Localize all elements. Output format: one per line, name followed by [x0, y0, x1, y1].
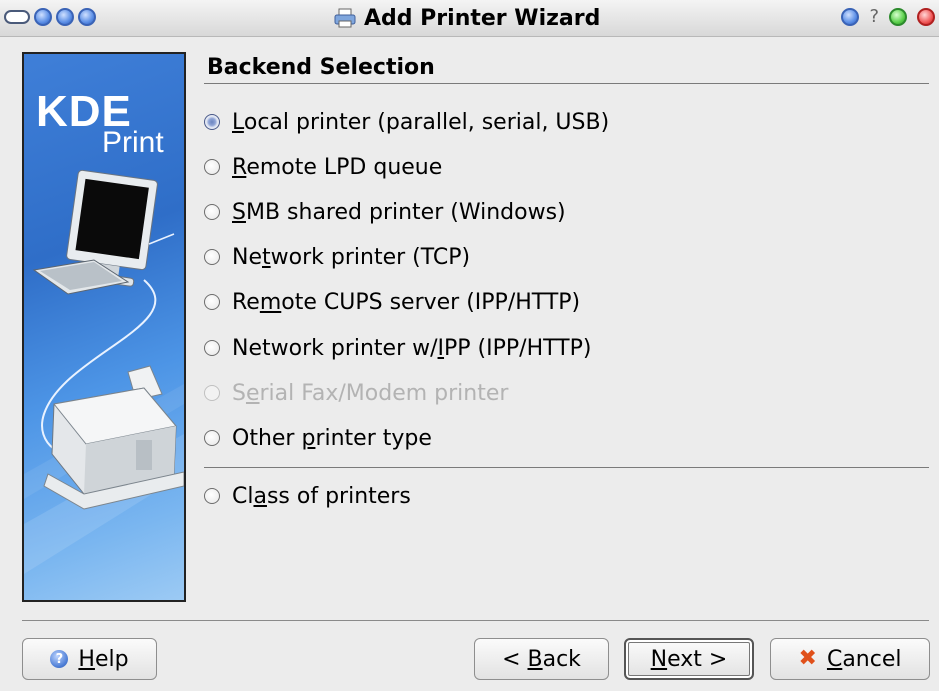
radio-indicator[interactable] [204, 488, 220, 504]
radio-network-printer-ipp[interactable]: Network printer w/IPP (IPP/HTTP) [204, 333, 591, 363]
radio-remote-lpd-queue[interactable]: Remote LPD queue [204, 152, 442, 182]
radio-label: Other printer type [232, 425, 432, 451]
help-icon: ? [50, 650, 69, 668]
cancel-button-label: Cancel [826, 646, 902, 672]
radio-indicator[interactable] [204, 294, 220, 310]
section-divider [204, 83, 929, 84]
close-button[interactable] [917, 8, 935, 26]
radio-indicator[interactable] [204, 249, 220, 265]
title-bar-right-buttons: ? [841, 8, 935, 26]
radio-label: Network printer (TCP) [232, 244, 471, 270]
window-menu-button[interactable] [4, 10, 30, 24]
radio-indicator[interactable] [204, 340, 220, 356]
title-bar-left-buttons [4, 8, 96, 26]
on-all-desktops-button[interactable] [56, 8, 74, 26]
help-button-label: Help [78, 646, 129, 672]
title-bar: Add Printer Wizard ? [0, 0, 939, 37]
radio-local-printer[interactable]: Local printer (parallel, serial, USB) [204, 107, 609, 137]
radio-label: SMB shared printer (Windows) [232, 199, 566, 225]
keep-above-button[interactable] [78, 8, 96, 26]
window-title: Add Printer Wizard [334, 4, 600, 32]
radio-class-of-printers[interactable]: Class of printers [204, 481, 411, 511]
printer-icon [334, 8, 356, 28]
next-button[interactable]: Next > [624, 638, 754, 680]
radio-indicator[interactable] [204, 204, 220, 220]
radio-smb-shared-printer[interactable]: SMB shared printer (Windows) [204, 197, 566, 227]
radio-label: Remote CUPS server (IPP/HTTP) [232, 289, 581, 315]
maximize-button[interactable] [889, 8, 907, 26]
radio-label: Local printer (parallel, serial, USB) [232, 109, 610, 135]
radio-label: Serial Fax/Modem printer [232, 380, 509, 406]
radio-other-printer-type[interactable]: Other printer type [204, 423, 432, 453]
radio-label: Remote LPD queue [232, 154, 443, 180]
radio-indicator[interactable] [204, 114, 220, 130]
radio-serial-fax-modem: Serial Fax/Modem printer [204, 378, 508, 408]
radio-remote-cups-server[interactable]: Remote CUPS server (IPP/HTTP) [204, 287, 580, 317]
window-title-text: Add Printer Wizard [364, 5, 601, 31]
radio-indicator [204, 385, 220, 401]
context-help-icon[interactable]: ? [869, 8, 879, 26]
radio-indicator[interactable] [204, 159, 220, 175]
minimize-button[interactable] [841, 8, 860, 26]
radio-network-printer-tcp[interactable]: Network printer (TCP) [204, 242, 470, 272]
back-button-label: < Back [502, 646, 581, 672]
help-button[interactable]: ? Help [22, 638, 157, 680]
cancel-button[interactable]: ✖ Cancel [770, 638, 930, 680]
radio-label: Network printer w/IPP (IPP/HTTP) [232, 335, 592, 361]
shade-button[interactable] [34, 8, 52, 26]
back-button[interactable]: < Back [474, 638, 609, 680]
button-bar-divider [22, 620, 929, 621]
options-divider [204, 467, 929, 468]
cancel-icon: ✖ [798, 646, 817, 671]
next-button-label: Next > [650, 646, 728, 672]
radio-label: Class of printers [232, 483, 411, 509]
radio-indicator[interactable] [204, 430, 220, 446]
section-title: Backend Selection [207, 55, 435, 80]
computer-printer-illustration [24, 169, 184, 574]
kde-print-banner: KDE Print [22, 52, 186, 602]
